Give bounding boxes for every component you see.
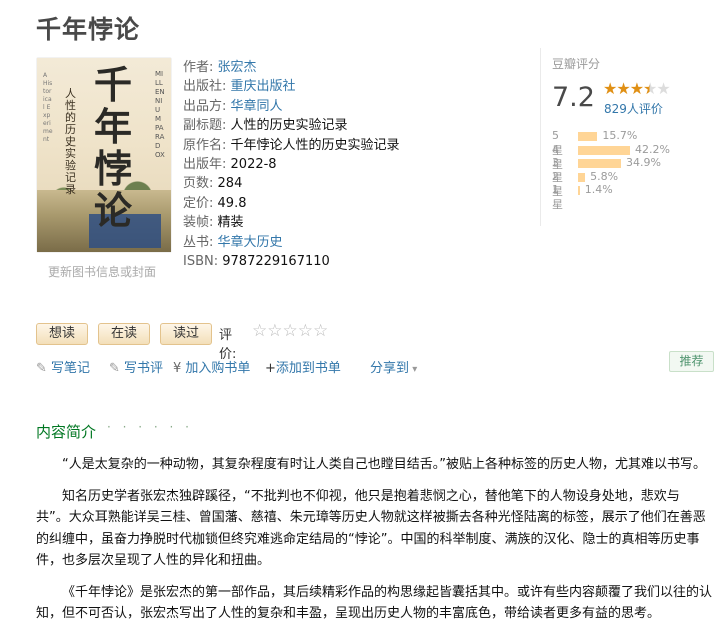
info-label: 定价: — [183, 195, 214, 211]
info-label: 作者: — [183, 60, 214, 75]
info-row: 出版社: 重庆出版社 — [183, 77, 400, 96]
info-value-link[interactable]: 华章大历史 — [218, 235, 283, 250]
info-row: 丛书: 华章大历史 — [183, 233, 400, 252]
star-half-icon: ★ — [643, 79, 657, 98]
info-value: 精装 — [217, 215, 244, 231]
share-dropdown[interactable]: 分享到 ▾ — [370, 357, 417, 376]
info-row: 出版年: 2022-8 — [183, 155, 400, 174]
info-row: 作者: 张宏杰 — [183, 58, 400, 77]
info-value-link[interactable]: 华章同人 — [231, 99, 283, 114]
chevron-down-icon: ▾ — [409, 364, 418, 375]
info-label: 装帧: — [183, 215, 214, 231]
rating-score: 7.2 — [552, 82, 595, 113]
rating-bar — [578, 172, 586, 182]
rating-bar-label: 1星 — [552, 183, 563, 211]
rating-bar — [578, 132, 598, 141]
rating-header: 豆瓣评分 — [552, 57, 601, 71]
intro-heading-dots: · · · · · · — [107, 420, 193, 434]
info-value: 284 — [217, 176, 243, 192]
info-value-link[interactable]: 张宏杰 — [218, 60, 257, 75]
info-value: 千年悖论人性的历史实验记录 — [230, 137, 400, 153]
info-row: ISBN: 9787229167110 — [183, 252, 400, 271]
intro-paragraph: 《千年悖论》是张宏杰的第一部作品，其后续精彩作品的构思缘起皆囊括其中。或许有些内… — [36, 584, 713, 622]
rating-bar-percent: 34.9% — [626, 156, 661, 169]
intro-text: “人是太复杂的一种动物，其复杂程度有时让人类自己也瞠目结舌。”被贴上各种标签的历… — [36, 454, 712, 635]
rating-bar — [578, 186, 580, 195]
update-cover-link[interactable]: 更新图书信息或封面 — [48, 263, 156, 280]
star-full-icon: ★ — [616, 79, 630, 98]
info-value: 49.8 — [217, 195, 247, 211]
rating-bar — [578, 145, 630, 155]
info-row: 出品方: 华章同人 — [183, 97, 400, 116]
write-review-link[interactable]: ✎ 写书评 — [109, 357, 163, 376]
plus-icon: + — [265, 361, 276, 376]
info-label: 副标题: — [183, 118, 227, 134]
book-cover-image[interactable]: A Historical Experiment 人性的历史实验记录 千年悖论 M… — [37, 58, 171, 252]
info-value: 2022-8 — [230, 157, 277, 173]
pencil-icon: ✎ — [109, 361, 125, 376]
book-title: 千年悖论 — [36, 15, 141, 44]
info-label: 页数: — [183, 176, 214, 192]
cover-en-title: MILLENNIUM PARADOX — [155, 70, 165, 159]
rating-votes-link[interactable]: 829人评价 — [604, 100, 663, 117]
recommend-button[interactable]: 推荐 — [669, 351, 714, 372]
info-label: 出版年: — [183, 157, 227, 173]
info-value-link[interactable]: 重庆出版社 — [231, 79, 296, 94]
intro-paragraph: 知名历史学者张宏杰独辟蹊径，“不批判也不仰视，他只是抱着悲悯之心，替他笔下的人物… — [36, 488, 706, 569]
cover-en-side: A Historical Experiment — [43, 72, 53, 143]
star-full-icon: ★ — [629, 79, 644, 98]
add-to-booklist-link[interactable]: +添加到书单 — [265, 357, 341, 376]
intro-paragraph: “人是太复杂的一种动物，其复杂程度有时让人类自己也瞠目结舌。”被贴上各种标签的历… — [62, 457, 706, 472]
book-info: 作者: 张宏杰 出版社: 重庆出版社 出品方: 华章同人 副标题: 人性的历史实验记录… — [183, 58, 400, 271]
rating-bar-percent: 15.7% — [602, 129, 638, 142]
info-row: 页数: 284 — [183, 174, 400, 193]
info-row: 副标题: 人性的历史实验记录 — [183, 116, 400, 135]
rating-divider — [540, 48, 541, 226]
rating-bar-percent: 1.4% — [584, 183, 613, 196]
info-label: 出品方: — [183, 98, 227, 114]
cover-title: 千年悖论 — [93, 62, 132, 233]
rating-bar-percent: 5.8% — [590, 169, 619, 183]
info-row: 原作名: 千年悖论人性的历史实验记录 — [183, 136, 400, 155]
pencil-icon: ✎ — [36, 361, 52, 376]
rating-bar — [578, 159, 621, 168]
cover-subtitle: 人性的历史实验记录 — [65, 87, 76, 196]
info-label: 原作名: — [183, 137, 227, 153]
intro-heading: 内容简介 — [36, 423, 97, 441]
star-full-icon: ★ — [603, 79, 617, 98]
star-empty-icon: ★ — [656, 79, 670, 98]
info-label: 丛书: — [183, 234, 214, 250]
info-label: 出版社: — [183, 79, 227, 95]
info-row: 定价: 49.8 — [183, 194, 400, 213]
reading-button[interactable]: 在读 — [98, 323, 150, 345]
rating-bar-percent: 42.2% — [635, 142, 670, 156]
info-value: 人性的历史实验记录 — [230, 118, 348, 134]
info-row: 装帧: 精装 — [183, 213, 400, 232]
rating-stars: ★★★★★ — [603, 79, 671, 98]
info-value: 9787229167110 — [222, 254, 330, 270]
read-button[interactable]: 读过 — [160, 323, 212, 345]
write-note-link[interactable]: ✎ 写笔记 — [36, 357, 90, 376]
info-label: ISBN: — [183, 254, 219, 270]
add-to-cart-link[interactable]: ¥ 加入购书单 — [173, 357, 250, 376]
want-to-read-button[interactable]: 想读 — [36, 323, 88, 345]
rate-stars-input[interactable]: ☆☆☆☆☆ — [252, 321, 328, 341]
yen-icon: ¥ — [173, 361, 186, 376]
